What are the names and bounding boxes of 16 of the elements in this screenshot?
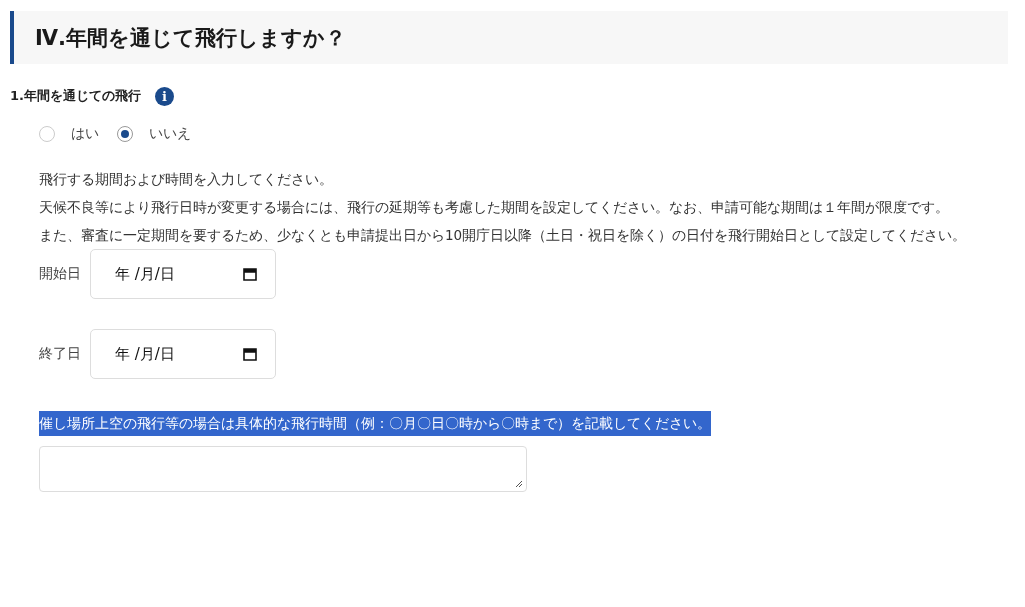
instruction-text: また、審査に一定期間を要するため、少なくとも申請提出日から10開庁日以降（土日・祝日を除く）の日付を飛行開始日として設定してください。 [39,226,968,245]
calendar-icon[interactable] [243,267,257,281]
instruction-text: 飛行する期間および時間を入力してください。 [39,170,334,189]
date-field[interactable]: 年 /月/日 [90,329,276,379]
section-title: Ⅳ.年間を通じて飛行しますか？ [35,24,347,52]
radio-label: いいえ [149,125,191,143]
date-label: 開始日 [39,265,82,283]
question-label: 1.年間を通じての飛行 [10,87,141,105]
calendar-icon[interactable] [243,347,257,361]
instruction-text: 天候不良等により飛行日時が変更する場合には、飛行の延期等も考慮した期間を設定してください。なお、申請可能な期間は１年間が限度です。 [39,198,950,217]
radio-label: はい [71,125,99,143]
resize-grip-icon[interactable] [515,480,523,488]
date-label: 終了日 [39,345,82,363]
info-icon[interactable]: i [155,86,174,106]
note-text: 催し場所上空の飛行等の場合は具体的な飛行時間（例：〇月〇日〇時から〇時まで）を記載してください。 [39,411,711,436]
date-field[interactable]: 年 /月/日 [90,249,276,299]
